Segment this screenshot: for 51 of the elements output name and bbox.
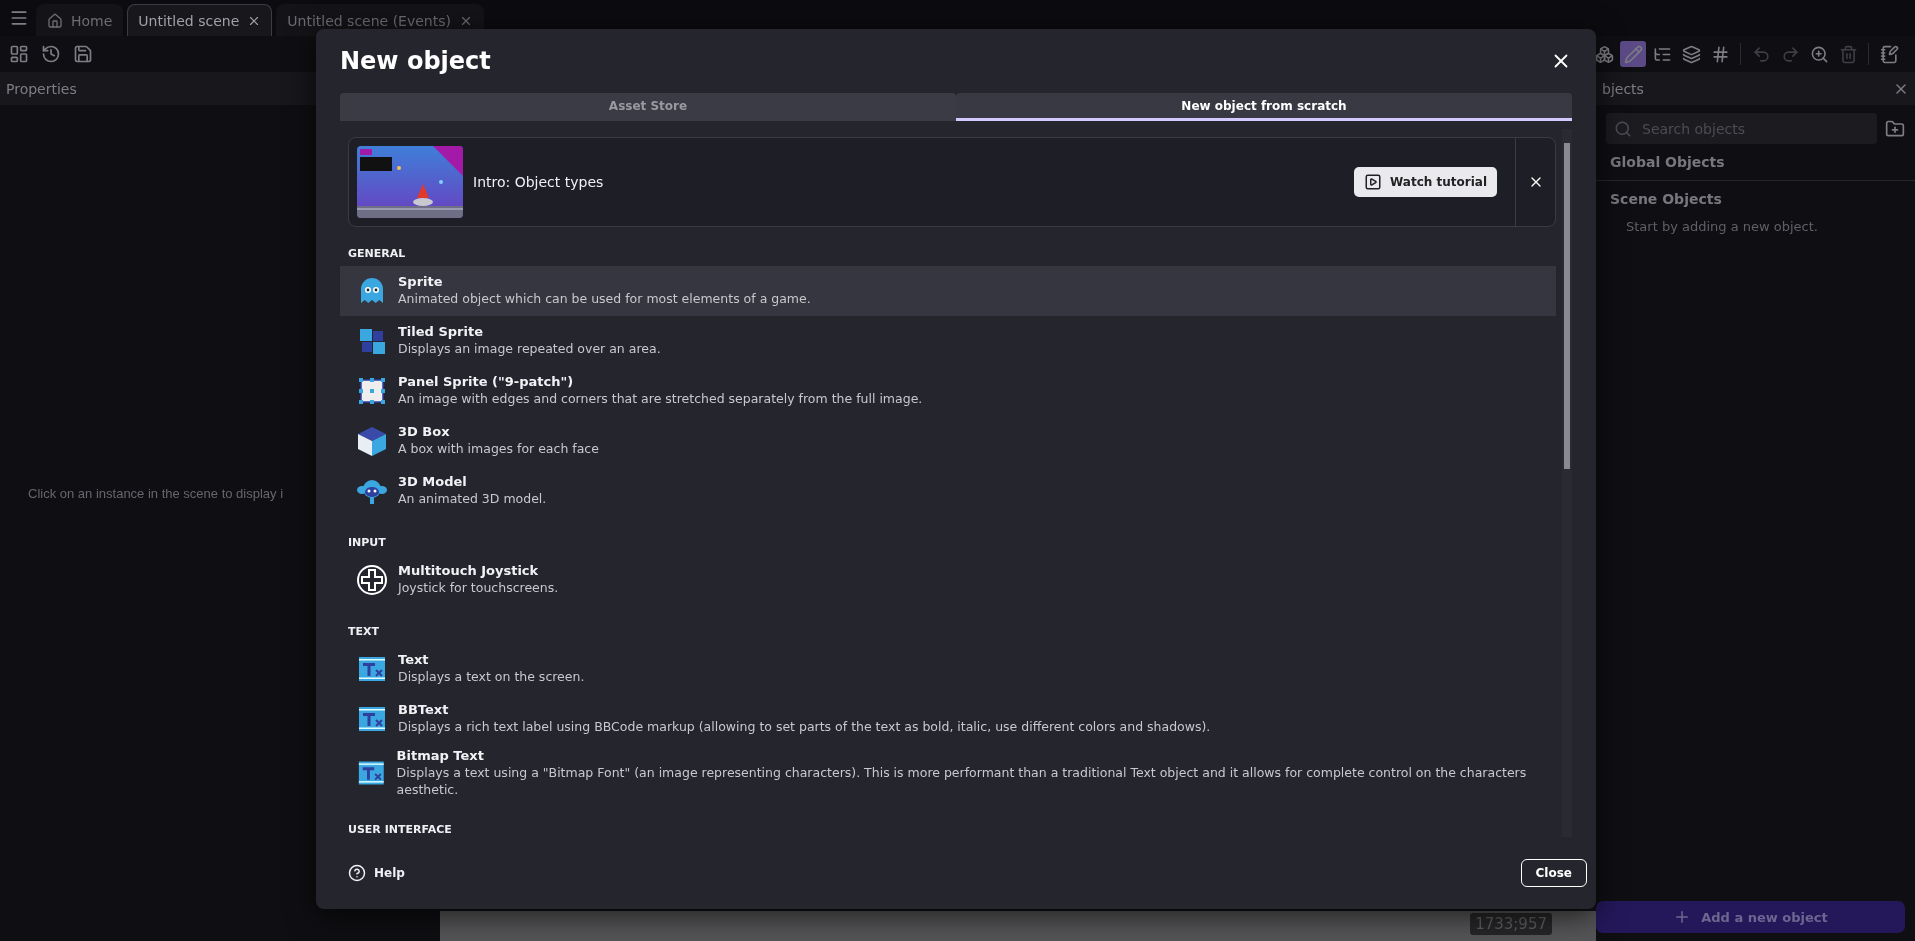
item-description: Displays a text using a "Bitmap Font" (an image representing characters). This is more performant than a traditional Text object and it allows for complete control on the characters aesthetic. [396, 765, 1528, 799]
tutorial-title: Intro: Object types [473, 174, 605, 190]
item-name: Bitmap Text [396, 748, 485, 763]
item-name: Text [398, 652, 430, 668]
group-label: INPUT [348, 536, 386, 549]
section-header[interactable]: Scene Objects [1596, 181, 1915, 217]
object-type-item[interactable]: BBText Displays a rich text label using BBCode markup (allowing to set parts of the text as bold, italic, use different colors and shadows). [340, 694, 1556, 744]
object-type-item[interactable]: Tiled Sprite Displays an image repeated over an area. [340, 316, 1556, 366]
dialog-title: New object [340, 47, 491, 75]
item-description: Displays an image repeated over an area. [398, 341, 661, 358]
item-name: Panel Sprite ("9-patch") [398, 374, 575, 390]
group-label: USER INTERFACE [348, 822, 452, 836]
item-name: BBText [398, 702, 450, 718]
dialog-tab[interactable]: New object from scratch [956, 93, 1572, 121]
item-name: Multitouch Joystick [398, 563, 540, 579]
item-description: Joystick for touchscreens. [398, 580, 559, 597]
object-type-item[interactable]: Sprite Animated object which can be used for most elements of a game. [340, 266, 1556, 316]
item-description: An animated 3D model. [398, 491, 547, 508]
item-name: Sprite [398, 274, 444, 290]
group-label: TEXT [348, 625, 379, 638]
close-button[interactable]: Close [1520, 859, 1587, 887]
dialog-tab[interactable]: Asset Store [340, 93, 956, 121]
object-type-item[interactable]: 3D Model An animated 3D model. [340, 466, 1556, 516]
item-description: Animated object which can be used for most elements of a game. [398, 291, 811, 308]
item-name: Tiled Sprite [398, 324, 484, 340]
editor-tab[interactable]: Untitled scene [127, 4, 273, 36]
nine-patch-icon [356, 375, 388, 407]
help-button[interactable]: Help [340, 864, 413, 882]
new-folder-icon[interactable] [1885, 118, 1905, 139]
editor-tab[interactable]: Home [36, 4, 124, 36]
object-type-item[interactable]: 3D Box A box with images for each face [340, 416, 1556, 466]
panel-title: bjects [1602, 80, 1644, 97]
group-label: GENERAL [348, 247, 406, 260]
watch-tutorial-button[interactable]: Watch tutorial [1354, 167, 1497, 197]
cube-icon [356, 425, 388, 457]
item-description: An image with edges and corners that are stretched separately from the full image. [398, 391, 923, 408]
help-icon [348, 864, 366, 882]
empty-hint: Click on an instance in the scene to display i [28, 485, 284, 501]
empty-hint: Start by adding a new object. [1625, 218, 1819, 234]
object-type-item[interactable]: Panel Sprite ("9-patch") An image with edges and corners that are stretched separately from the full image. [340, 366, 1556, 416]
play-icon [1364, 173, 1382, 191]
item-name: 3D Model [398, 474, 468, 490]
home-icon [47, 12, 63, 29]
item-name: 3D Box [398, 424, 451, 440]
item-description: Displays a rich text label using BBCode markup (allowing to set parts of the text as bold, italic, use different colors and shadows). [398, 719, 1211, 736]
search-icon [1614, 119, 1632, 138]
object-type-item[interactable]: Text Displays a text on the screen. [340, 644, 1556, 694]
object-type-item[interactable]: Multitouch Joystick Joystick for touchscreens. [340, 555, 1556, 605]
scrollbar[interactable] [1562, 129, 1572, 837]
item-description: Displays a text on the screen. [398, 669, 585, 686]
item-description: A box with images for each face [398, 441, 599, 458]
